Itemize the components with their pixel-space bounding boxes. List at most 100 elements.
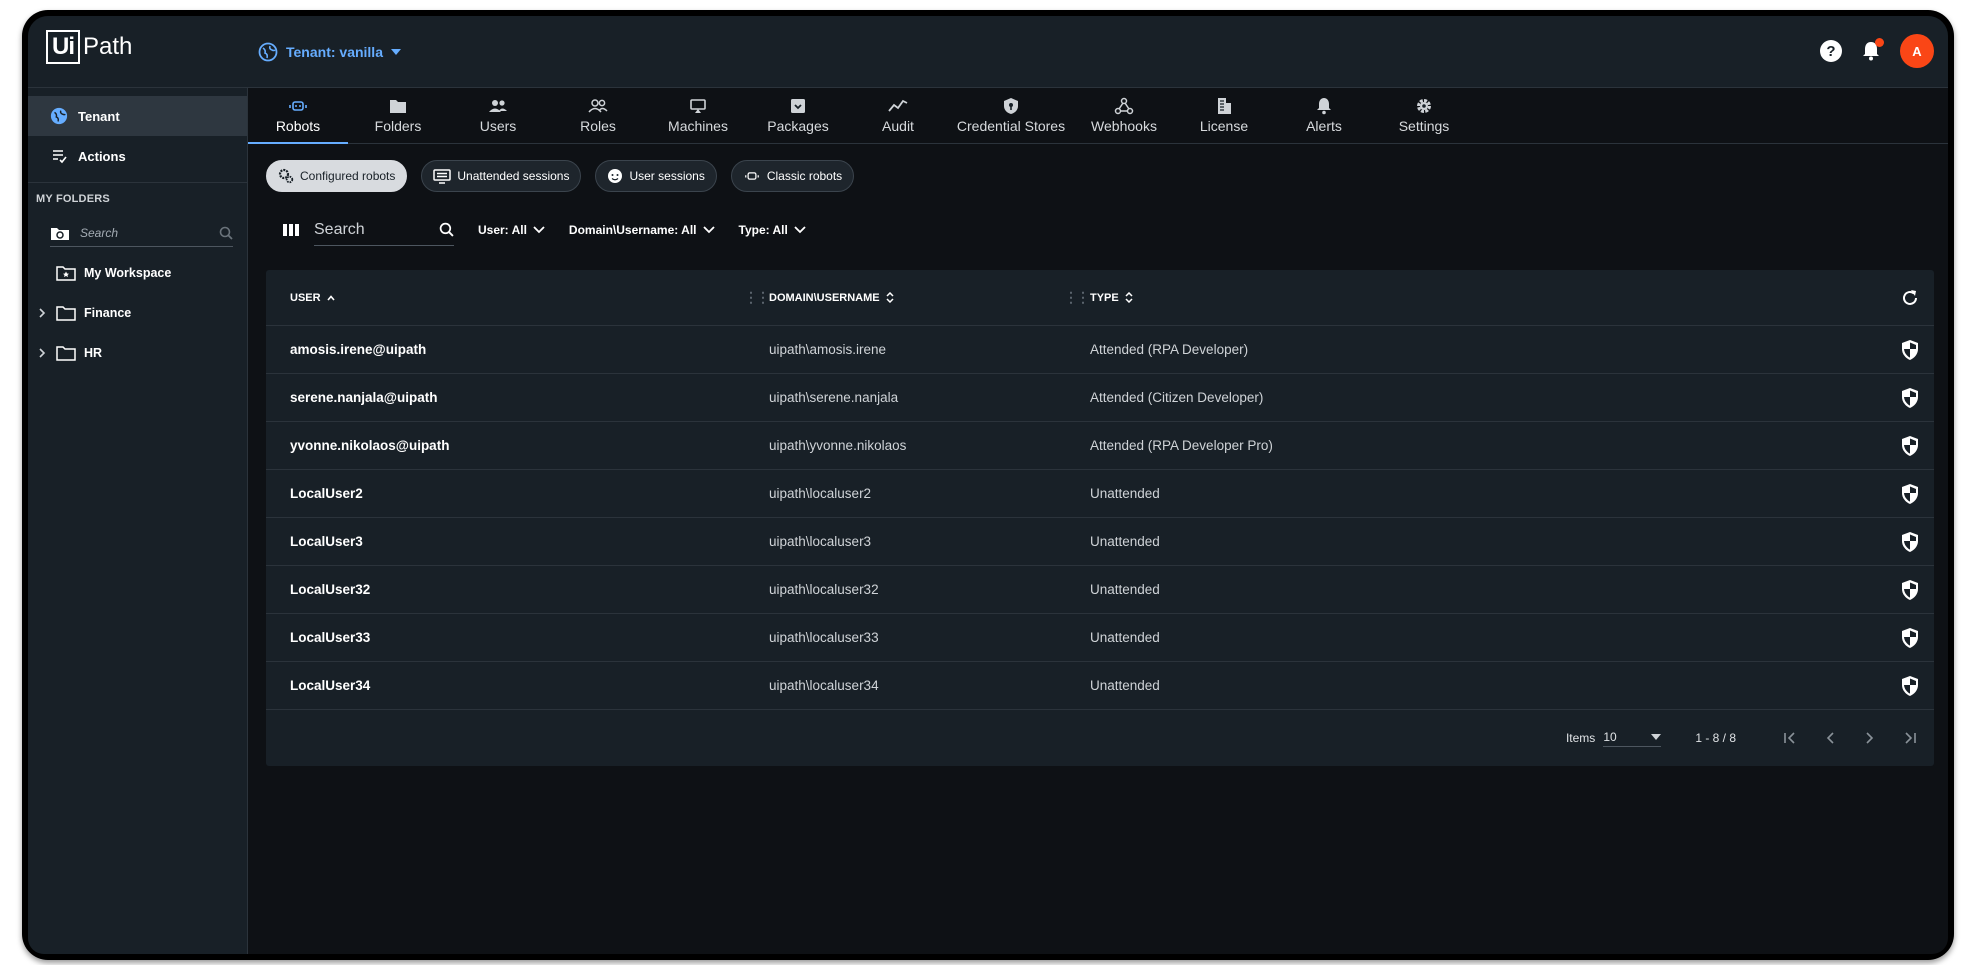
first-page-icon — [1784, 732, 1795, 744]
chevron-down-icon — [533, 226, 545, 234]
type-filter[interactable]: Type: All — [739, 223, 806, 237]
refresh-button[interactable] — [1900, 288, 1920, 311]
tab-roles[interactable]: Roles — [548, 88, 648, 143]
globe-icon — [50, 107, 68, 125]
items-per-page-select[interactable]: 10 — [1603, 730, 1662, 747]
cell-user: yvonne.nikolaos@uipath — [290, 438, 450, 453]
folder-icon — [390, 100, 406, 113]
folder-label: HR — [84, 346, 103, 360]
column-resize-handle[interactable]: ⋮⋮ — [744, 289, 770, 306]
building-icon — [1218, 98, 1231, 114]
cell-user: serene.nanjala@uipath — [290, 390, 438, 405]
table-row[interactable]: LocalUser34 uipath\localuser34 Unattended — [266, 662, 1934, 710]
folder-my-workspace[interactable]: My Workspace — [28, 253, 247, 293]
grid-header: USER ⋮⋮ DOMAIN\USERNAME ⋮⋮ TYPE — [266, 270, 1934, 326]
tab-alerts[interactable]: Alerts — [1274, 88, 1374, 143]
notifications-button[interactable] — [1860, 38, 1884, 62]
columns-icon[interactable] — [282, 223, 300, 237]
table-row[interactable]: yvonne.nikolaos@uipath uipath\yvonne.niko… — [266, 422, 1934, 470]
items-label: Items — [1565, 731, 1596, 745]
table-row[interactable]: LocalUser33 uipath\localuser33 Unattended — [266, 614, 1934, 662]
folder-search-input[interactable]: Search — [50, 219, 233, 247]
last-page-button[interactable] — [1890, 732, 1930, 744]
gear-icon — [1417, 99, 1431, 113]
sidebar-item-actions[interactable]: Actions — [28, 136, 247, 176]
robot-view-chips: Configured robots Unattended sessions Us… — [266, 160, 855, 192]
domain-username-filter[interactable]: Domain\Username: All — [569, 223, 715, 237]
robots-grid: USER ⋮⋮ DOMAIN\USERNAME ⋮⋮ TYPE amosis.i… — [266, 270, 1934, 766]
sort-icon — [886, 292, 894, 303]
session-screen-icon — [433, 169, 452, 184]
tenant-selector[interactable]: Tenant: vanilla — [258, 42, 401, 62]
tab-license[interactable]: License — [1174, 88, 1274, 143]
user-filter[interactable]: User: All — [478, 223, 545, 237]
last-page-icon — [1905, 732, 1916, 744]
credentials-shield-icon[interactable] — [1900, 483, 1920, 508]
tab-packages[interactable]: Packages — [748, 88, 848, 143]
notification-dot — [1875, 38, 1884, 47]
tenant-tabs: Robots Folders Users Roles Machines Pack… — [248, 88, 1948, 144]
audit-chart-icon — [888, 99, 908, 112]
cell-type: Unattended — [1090, 486, 1160, 501]
cell-domain-username: uipath\localuser33 — [769, 630, 879, 645]
chip-user-sessions[interactable]: User sessions — [595, 160, 717, 192]
folder-label: Finance — [84, 306, 132, 320]
previous-page-button[interactable] — [1810, 732, 1850, 744]
chevron-down-icon — [794, 226, 806, 234]
search-placeholder: Search — [314, 220, 365, 238]
credentials-shield-icon[interactable] — [1900, 339, 1920, 364]
first-page-button[interactable] — [1770, 732, 1810, 744]
credentials-shield-icon[interactable] — [1900, 675, 1920, 700]
roles-icon — [588, 99, 608, 113]
folder-label: My Workspace — [84, 266, 172, 280]
tenant-label: Tenant: vanilla — [286, 44, 383, 60]
app-window: Ui Path Tenant: vanilla ? A Tenant Actio… — [28, 16, 1948, 954]
user-face-icon — [608, 169, 623, 183]
tab-audit[interactable]: Audit — [848, 88, 948, 143]
table-row[interactable]: LocalUser32 uipath\localuser32 Unattended — [266, 566, 1934, 614]
uipath-logo[interactable]: Ui Path — [46, 30, 132, 64]
chip-classic-robots[interactable]: Classic robots — [730, 160, 855, 192]
next-page-button[interactable] — [1850, 732, 1890, 744]
caret-down-icon — [390, 49, 401, 55]
tab-users[interactable]: Users — [448, 88, 548, 143]
chip-configured-robots[interactable]: Configured robots — [266, 160, 408, 192]
cell-user: amosis.irene@uipath — [290, 342, 427, 357]
tab-robots[interactable]: Robots — [248, 88, 348, 144]
folder-hr[interactable]: HR — [28, 333, 247, 373]
tab-webhooks[interactable]: Webhooks — [1074, 88, 1174, 143]
chevron-right-icon[interactable] — [36, 308, 48, 318]
credentials-shield-icon[interactable] — [1900, 435, 1920, 460]
sidebar-item-tenant[interactable]: Tenant — [28, 96, 247, 136]
credentials-shield-icon[interactable] — [1900, 627, 1920, 652]
avatar[interactable]: A — [1900, 34, 1934, 68]
table-row[interactable]: serene.nanjala@uipath uipath\serene.nanja… — [266, 374, 1934, 422]
tab-settings[interactable]: Settings — [1374, 88, 1474, 143]
table-row[interactable]: amosis.irene@uipath uipath\amosis.irene At… — [266, 326, 1934, 374]
cell-type: Unattended — [1090, 630, 1160, 645]
cell-type: Attended (RPA Developer) — [1090, 342, 1249, 357]
search-input[interactable]: Search — [314, 214, 454, 246]
credentials-shield-icon[interactable] — [1900, 531, 1920, 556]
chip-unattended-sessions[interactable]: Unattended sessions — [421, 160, 582, 192]
credentials-shield-icon[interactable] — [1900, 579, 1920, 604]
caret-down-icon — [1651, 733, 1662, 740]
shield-icon — [1004, 98, 1018, 114]
cell-type: Attended (RPA Developer Pro) — [1090, 438, 1273, 453]
column-header-type[interactable]: TYPE — [1090, 292, 1133, 304]
help-icon[interactable]: ? — [1820, 40, 1842, 62]
tab-credential-stores[interactable]: Credential Stores — [948, 88, 1074, 143]
tab-folders[interactable]: Folders — [348, 88, 448, 143]
tab-machines[interactable]: Machines — [648, 88, 748, 143]
credentials-shield-icon[interactable] — [1900, 387, 1920, 412]
chevron-right-icon[interactable] — [36, 348, 48, 358]
table-row[interactable]: LocalUser3 uipath\localuser3 Unattended — [266, 518, 1934, 566]
table-row[interactable]: LocalUser2 uipath\localuser2 Unattended — [266, 470, 1934, 518]
column-resize-handle[interactable]: ⋮⋮ — [1064, 289, 1090, 306]
search-icon[interactable] — [439, 222, 454, 237]
column-header-domain-username[interactable]: DOMAIN\USERNAME — [769, 292, 894, 304]
sidebar-item-label: Tenant — [78, 108, 120, 124]
chevron-down-icon — [702, 226, 715, 234]
folder-finance[interactable]: Finance — [28, 293, 247, 333]
column-header-user[interactable]: USER — [290, 292, 335, 304]
